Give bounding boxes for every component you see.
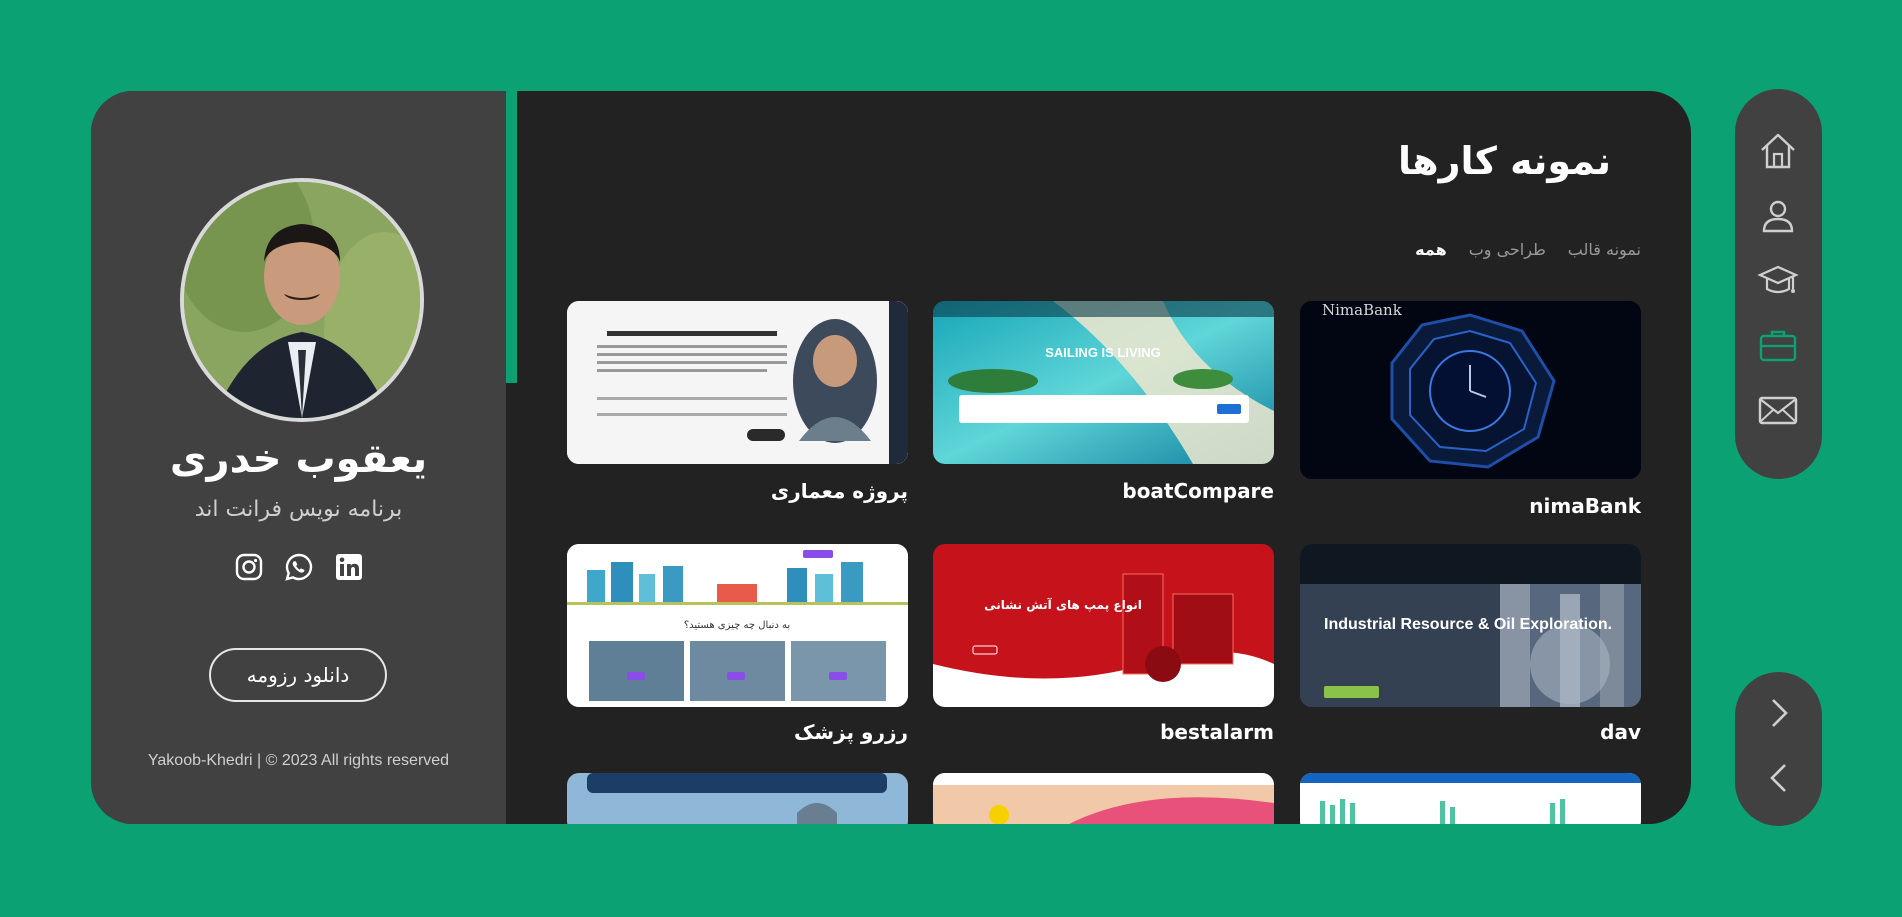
graduation-cap-icon[interactable] xyxy=(1757,259,1799,301)
avatar xyxy=(180,178,424,422)
prev-arrow-icon[interactable] xyxy=(1762,761,1796,795)
accent-bar xyxy=(506,91,517,383)
copyright-footer: Yakoob-Khedri | © 2023 All rights reserv… xyxy=(147,752,450,769)
portfolio-caption-boatcompare[interactable]: boatCompare xyxy=(933,479,1274,503)
pager-controls xyxy=(1735,672,1822,826)
linkedin-icon[interactable] xyxy=(334,552,364,582)
portfolio-thumb-travel[interactable] xyxy=(567,773,908,824)
briefcase-icon[interactable] xyxy=(1757,324,1799,366)
portfolio-thumb-dav[interactable]: Industrial Resource & Oil Exploration. xyxy=(1300,544,1641,707)
profile-role: برنامه نویس فرانت اند xyxy=(194,497,403,522)
user-icon[interactable] xyxy=(1757,195,1799,237)
profile-name: یعقوب خدری xyxy=(169,436,428,482)
portfolio-caption-nimabank[interactable]: nimaBank xyxy=(1300,494,1641,518)
envelope-icon[interactable] xyxy=(1757,389,1799,431)
main-card: یعقوب خدری برنامه نویس فرانت اند دانلود … xyxy=(91,91,1691,824)
home-icon[interactable] xyxy=(1757,130,1799,172)
side-nav xyxy=(1735,89,1822,479)
portfolio-caption-bestalarm[interactable]: bestalarm xyxy=(933,720,1274,744)
portfolio-thumb-dashboard[interactable] xyxy=(1300,773,1641,824)
portfolio-thumb-nimabank[interactable]: NimaBank xyxy=(1300,301,1641,479)
filter-all[interactable]: همه xyxy=(1415,240,1447,259)
portfolio-thumb-architecture[interactable] xyxy=(567,301,908,464)
page-title: نمونه کارها xyxy=(1398,139,1611,183)
thumb-title-dav: Industrial Resource & Oil Exploration. xyxy=(1324,616,1612,633)
filter-web-design[interactable]: طراحی وب xyxy=(1469,240,1546,259)
portfolio-thumb-waterpark[interactable] xyxy=(933,773,1274,824)
thumb-title-bestalarm: انواع پمپ های آتش نشانی xyxy=(984,597,1142,613)
profile-sidebar: یعقوب خدری برنامه نویس فرانت اند دانلود … xyxy=(91,91,506,824)
thumb-title-doctor: به دنبال چه چیزی هستید؟ xyxy=(684,620,790,631)
instagram-icon[interactable] xyxy=(234,552,264,582)
portfolio-thumb-doctor[interactable]: به دنبال چه چیزی هستید؟ xyxy=(567,544,908,707)
download-resume-button[interactable]: دانلود رزومه xyxy=(209,648,387,702)
portfolio-caption-architecture[interactable]: پروژه معماری xyxy=(567,479,908,503)
portfolio-thumb-bestalarm[interactable]: انواع پمپ های آتش نشانی xyxy=(933,544,1274,707)
portfolio-caption-dav[interactable]: dav xyxy=(1300,720,1641,744)
portfolio-thumb-boatcompare[interactable]: SAILING IS LIVING xyxy=(933,301,1274,464)
social-links xyxy=(91,552,506,582)
thumb-title-nimabank: NimaBank xyxy=(1322,301,1403,319)
whatsapp-icon[interactable] xyxy=(284,552,314,582)
filter-tabs: همه طراحی وب نمونه قالب xyxy=(1415,240,1641,259)
portfolio-caption-doctor[interactable]: رزرو پزشک xyxy=(567,720,908,744)
thumb-title-boatcompare: SAILING IS LIVING xyxy=(1045,345,1161,360)
next-arrow-icon[interactable] xyxy=(1762,696,1796,730)
filter-templates[interactable]: نمونه قالب xyxy=(1568,240,1641,259)
